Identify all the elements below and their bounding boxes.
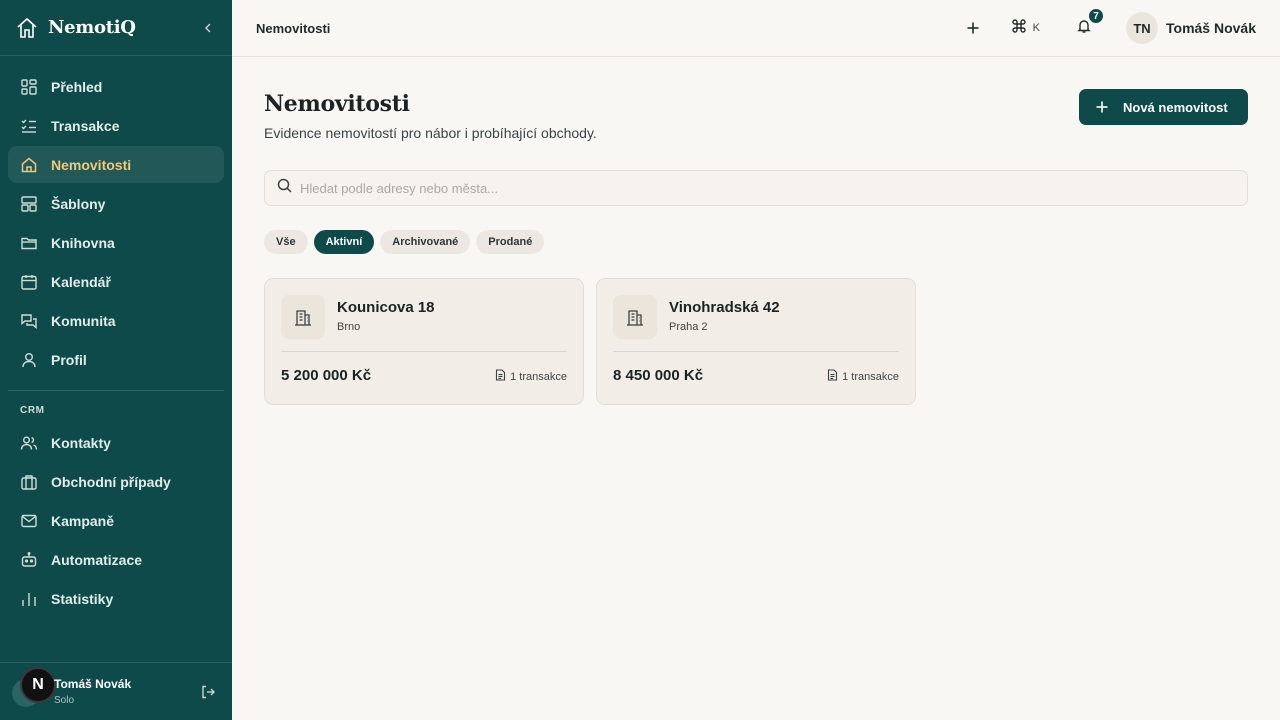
sidebar-item-transakce[interactable]: Transakce bbox=[8, 107, 224, 144]
sidebar-item-label: Obchodní případy bbox=[51, 473, 171, 490]
logout-icon[interactable] bbox=[200, 684, 216, 700]
sidebar-item-sablony[interactable]: Šablony bbox=[8, 185, 224, 222]
calendar-icon bbox=[20, 273, 38, 291]
new-property-label: Nová nemovitost bbox=[1123, 99, 1228, 115]
transaction-count: 1 transakce bbox=[827, 369, 899, 384]
users-icon bbox=[20, 434, 38, 452]
command-palette-button[interactable]: K bbox=[1011, 18, 1040, 39]
sidebar-item-label: Automatizace bbox=[51, 551, 143, 568]
transaction-count: 1 transakce bbox=[495, 369, 567, 384]
sidebar-item-label: Komunita bbox=[51, 312, 116, 329]
app-name: NemotiQ bbox=[48, 17, 136, 38]
briefcase-icon bbox=[20, 473, 38, 491]
sidebar-item-label: Nemovitosti bbox=[51, 156, 132, 173]
header-user-name: Tomáš Novák bbox=[1166, 20, 1256, 36]
sidebar-item-label: Profil bbox=[51, 351, 87, 368]
property-card[interactable]: Vinohradská 42 Praha 2 8 450 000 Kč 1 tr… bbox=[596, 278, 916, 405]
avatar: TN bbox=[1126, 12, 1158, 44]
property-city: Praha 2 bbox=[669, 321, 708, 333]
sidebar-item-automatizace[interactable]: Automatizace bbox=[8, 541, 224, 578]
notifications-button[interactable]: 7 bbox=[1070, 7, 1105, 42]
mail-icon bbox=[20, 512, 38, 530]
shortcut-key: K bbox=[1032, 22, 1040, 34]
sidebar-item-kontakty[interactable]: Kontakty bbox=[8, 424, 224, 461]
property-price: 8 450 000 Kč bbox=[613, 367, 704, 384]
building-icon bbox=[281, 295, 325, 339]
building-icon bbox=[613, 295, 657, 339]
header-actions: K 7 TN Tomáš Novák bbox=[945, 7, 1256, 44]
search-bar bbox=[264, 170, 1248, 206]
property-address: Vinohradská 42 bbox=[669, 299, 780, 316]
collapse-sidebar-icon[interactable] bbox=[200, 20, 216, 36]
document-icon bbox=[827, 369, 842, 384]
document-icon bbox=[495, 369, 510, 384]
sidebar-item-knihovna[interactable]: Knihovna bbox=[8, 224, 224, 261]
property-city: Brno bbox=[337, 321, 361, 333]
sidebar-item-label: Přehled bbox=[51, 78, 103, 95]
command-icon bbox=[1011, 18, 1027, 39]
sidebar-item-kampane[interactable]: Kampaně bbox=[8, 502, 224, 539]
list-check-icon bbox=[20, 117, 38, 135]
filter-chip-vse[interactable]: Vše bbox=[264, 230, 308, 254]
sidebar-item-komunita[interactable]: Komunita bbox=[8, 302, 224, 339]
search-icon bbox=[277, 178, 292, 198]
house-logo-icon bbox=[16, 17, 38, 39]
add-icon[interactable] bbox=[959, 14, 987, 42]
sidebar-item-prehled[interactable]: Přehled bbox=[8, 68, 224, 105]
filter-chip-aktivni[interactable]: Aktivní bbox=[313, 230, 375, 254]
filter-chip-prodane[interactable]: Prodané bbox=[476, 230, 545, 254]
bot-icon bbox=[20, 551, 38, 569]
sidebar-nav: Přehled Transakce Nemovitosti Šablony Kn… bbox=[0, 56, 232, 617]
folder-icon bbox=[20, 234, 38, 252]
sidebar-item-label: Transakce bbox=[51, 117, 120, 134]
property-list: Kounicova 18 Brno 5 200 000 Kč 1 transak… bbox=[264, 278, 928, 405]
card-divider bbox=[281, 351, 567, 352]
sidebar-item-label: Kampaně bbox=[51, 512, 115, 529]
plus-icon bbox=[1095, 100, 1109, 114]
chat-icon bbox=[20, 312, 38, 330]
sidebar-item-profil[interactable]: Profil bbox=[8, 341, 224, 378]
filter-chips: Vše Aktivní Archivované Prodané bbox=[264, 230, 550, 254]
transaction-count-label: 1 transakce bbox=[510, 370, 567, 383]
sidebar-item-label: Kalendář bbox=[51, 273, 111, 290]
sidebar-item-label: Šablony bbox=[51, 195, 106, 212]
notification-count-badge: 7 bbox=[1087, 7, 1105, 25]
n-badge[interactable]: N bbox=[20, 667, 56, 703]
footer-user-name: Tomáš Novák bbox=[54, 677, 132, 691]
sidebar-item-label: Kontakty bbox=[51, 434, 111, 451]
user-menu[interactable]: TN Tomáš Novák bbox=[1126, 12, 1256, 44]
page-title: Nemovitosti bbox=[264, 91, 410, 117]
sidebar-item-label: Statistiky bbox=[51, 590, 114, 607]
bar-chart-icon bbox=[20, 590, 38, 608]
property-card[interactable]: Kounicova 18 Brno 5 200 000 Kč 1 transak… bbox=[264, 278, 584, 405]
grid-icon bbox=[20, 78, 38, 96]
sidebar-item-kalendar[interactable]: Kalendář bbox=[8, 263, 224, 300]
footer-user-info: Tomáš Novák Solo bbox=[54, 677, 131, 706]
user-icon bbox=[20, 351, 38, 369]
search-input[interactable] bbox=[300, 180, 1200, 196]
footer-user-role: Solo bbox=[54, 695, 75, 706]
card-divider bbox=[613, 351, 899, 352]
property-price: 5 200 000 Kč bbox=[281, 367, 372, 384]
brand: NemotiQ bbox=[0, 0, 232, 56]
new-property-button[interactable]: Nová nemovitost bbox=[1079, 89, 1248, 125]
sidebar-item-nemovitosti[interactable]: Nemovitosti bbox=[8, 146, 224, 183]
sidebar-item-obchodni-pripady[interactable]: Obchodní případy bbox=[8, 463, 224, 500]
filter-chip-archivovane[interactable]: Archivované bbox=[380, 230, 471, 254]
sidebar-user-footer: N Tomáš Novák Solo bbox=[0, 662, 232, 720]
breadcrumb: Nemovitosti bbox=[256, 20, 331, 36]
home-icon bbox=[20, 156, 38, 174]
sidebar-item-statistiky[interactable]: Statistiky bbox=[8, 580, 224, 617]
page-subtitle: Evidence nemovitostí pro nábor i probíha… bbox=[264, 125, 597, 141]
sidebar: NemotiQ Přehled Transakce Nemovitosti Ša… bbox=[0, 0, 232, 720]
sidebar-item-label: Knihovna bbox=[51, 234, 115, 251]
template-icon bbox=[20, 195, 38, 213]
transaction-count-label: 1 transakce bbox=[842, 370, 899, 383]
top-header: Nemovitosti K 7 TN Tomáš Novák bbox=[232, 0, 1280, 57]
property-address: Kounicova 18 bbox=[337, 299, 435, 316]
nav-divider bbox=[8, 390, 224, 391]
crm-section-heading: CRM bbox=[20, 405, 45, 416]
